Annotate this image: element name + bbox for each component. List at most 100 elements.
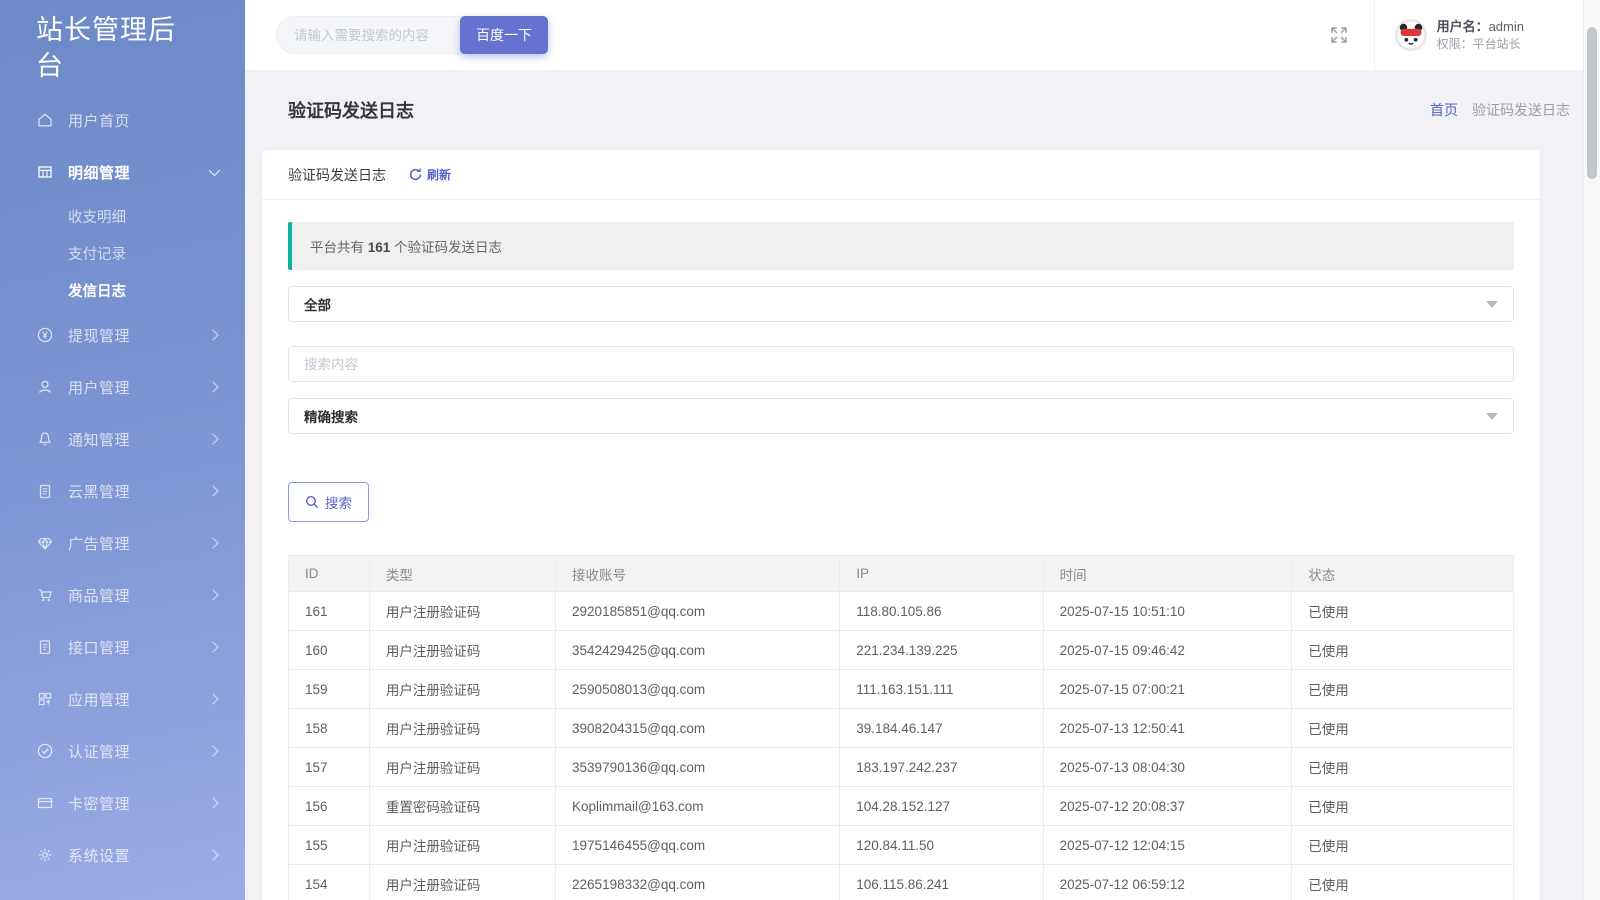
page-scrollbar — [1583, 0, 1600, 900]
sidebar-item[interactable]: 提现管理 — [0, 309, 245, 361]
sidebar-item[interactable]: 用户管理 — [0, 361, 245, 413]
sidebar-item-label: 商品管理 — [68, 585, 130, 606]
table-icon — [36, 163, 54, 181]
log-table: ID类型接收账号IP时间状态 161用户注册验证码2920185851@qq.c… — [288, 555, 1514, 900]
table-row: 161用户注册验证码2920185851@qq.com118.80.105.86… — [289, 592, 1514, 631]
baidu-search-button[interactable]: 百度一下 — [460, 16, 548, 54]
gear-icon — [36, 846, 54, 864]
cell-type: 用户注册验证码 — [369, 826, 555, 865]
username-label: 用户名： — [1437, 19, 1489, 34]
cell-time: 2025-07-13 12:50:41 — [1043, 709, 1292, 748]
sidebar-menu: 用户首页明细管理收支明细支付记录发信日志提现管理用户管理通知管理云黑管理广告管理… — [0, 94, 245, 881]
cell-time: 2025-07-12 20:08:37 — [1043, 787, 1292, 826]
fullscreen-icon[interactable] — [1328, 24, 1350, 46]
table-row: 160用户注册验证码3542429425@qq.com221.234.139.2… — [289, 631, 1514, 670]
cell-account: 2590508013@qq.com — [556, 670, 840, 709]
sidebar-subitem[interactable]: 支付记录 — [0, 235, 245, 272]
cell-id: 158 — [289, 709, 370, 748]
sidebar-item[interactable]: 用户首页 — [0, 94, 245, 146]
cell-type: 用户注册验证码 — [369, 670, 555, 709]
topbar: 百度一下 — [245, 0, 1600, 70]
sidebar-item[interactable]: 接口管理 — [0, 621, 245, 673]
role-label: 权限： — [1437, 37, 1473, 51]
user-menu[interactable]: 用户名：admin 权限：平台站长 — [1374, 0, 1540, 70]
exact-search-value: 精确搜索 — [304, 406, 358, 426]
cell-id: 154 — [289, 865, 370, 900]
sidebar-item[interactable]: 系统设置 — [0, 829, 245, 881]
refresh-button[interactable]: 刷新 — [408, 166, 451, 183]
table-row: 159用户注册验证码2590508013@qq.com111.163.151.1… — [289, 670, 1514, 709]
cell-time: 2025-07-15 10:51:10 — [1043, 592, 1292, 631]
cell-account: 1975146455@qq.com — [556, 826, 840, 865]
cell-status: 已使用 — [1292, 865, 1514, 900]
sidebar-item[interactable]: 卡密管理 — [0, 777, 245, 829]
sidebar-item-label: 用户管理 — [68, 377, 130, 398]
cell-type: 用户注册验证码 — [369, 709, 555, 748]
sidebar-item[interactable]: 广告管理 — [0, 517, 245, 569]
sidebar-subitem[interactable]: 收支明细 — [0, 198, 245, 235]
sidebar-item-label: 认证管理 — [68, 741, 130, 762]
refresh-icon — [408, 167, 423, 182]
table-row: 155用户注册验证码1975146455@qq.com120.84.11.502… — [289, 826, 1514, 865]
cell-id: 157 — [289, 748, 370, 787]
type-filter-value: 全部 — [304, 294, 331, 314]
card-body: 平台共有 161 个验证码发送日志 全部 精确搜索 — [262, 200, 1540, 900]
clipboard-icon — [36, 482, 54, 500]
bell-icon — [36, 430, 54, 448]
sidebar-item[interactable]: 云黑管理 — [0, 465, 245, 517]
keyword-input[interactable] — [288, 346, 1514, 382]
type-filter-select[interactable]: 全部 — [288, 286, 1514, 322]
sidebar-subitem[interactable]: 发信日志 — [0, 272, 245, 309]
sidebar-item-label: 用户首页 — [68, 110, 130, 131]
sidebar-item-label: 广告管理 — [68, 533, 130, 554]
cell-time: 2025-07-12 12:04:15 — [1043, 826, 1292, 865]
column-header-time: 时间 — [1043, 556, 1292, 592]
sidebar-item-label: 提现管理 — [68, 325, 130, 346]
exact-search-select[interactable]: 精确搜索 — [288, 398, 1514, 434]
sidebar-item[interactable]: 通知管理 — [0, 413, 245, 465]
sidebar: 站长管理后台 用户首页明细管理收支明细支付记录发信日志提现管理用户管理通知管理云… — [0, 0, 245, 900]
count-alert: 平台共有 161 个验证码发送日志 — [288, 222, 1514, 270]
cell-type: 用户注册验证码 — [369, 748, 555, 787]
table-header-row: ID类型接收账号IP时间状态 — [289, 556, 1514, 592]
table-body: 161用户注册验证码2920185851@qq.com118.80.105.86… — [289, 592, 1514, 900]
cell-ip: 104.28.152.127 — [840, 787, 1043, 826]
diamond-icon — [36, 534, 54, 552]
sidebar-item-label: 卡密管理 — [68, 793, 130, 814]
sidebar-item[interactable]: 应用管理 — [0, 673, 245, 725]
cell-account: 2265198332@qq.com — [556, 865, 840, 900]
alert-count: 161 — [368, 240, 391, 255]
cell-time: 2025-07-12 06:59:12 — [1043, 865, 1292, 900]
cell-account: 3908204315@qq.com — [556, 709, 840, 748]
cell-ip: 111.163.151.111 — [840, 670, 1043, 709]
cell-time: 2025-07-15 09:46:42 — [1043, 631, 1292, 670]
cell-status: 已使用 — [1292, 826, 1514, 865]
alert-suffix: 个验证码发送日志 — [390, 240, 502, 255]
cell-ip: 106.115.86.241 — [840, 865, 1043, 900]
cell-ip: 120.84.11.50 — [840, 826, 1043, 865]
content: 验证码发送日志 刷新 平台共有 161 个验证码发送日志 全部 — [245, 150, 1600, 900]
cell-ip: 221.234.139.225 — [840, 631, 1043, 670]
cell-type: 重置密码验证码 — [369, 787, 555, 826]
cell-time: 2025-07-13 08:04:30 — [1043, 748, 1292, 787]
column-header-type: 类型 — [369, 556, 555, 592]
topbar-search: 百度一下 — [276, 16, 548, 54]
search-button[interactable]: 搜索 — [288, 482, 369, 522]
scrollbar-thumb[interactable] — [1587, 27, 1597, 179]
sidebar-item-label: 系统设置 — [68, 845, 130, 866]
sidebar-item[interactable]: 认证管理 — [0, 725, 245, 777]
table-row: 157用户注册验证码3539790136@qq.com183.197.242.2… — [289, 748, 1514, 787]
search-button-label: 搜索 — [325, 492, 352, 512]
card-icon — [36, 794, 54, 812]
sidebar-item[interactable]: 商品管理 — [0, 569, 245, 621]
column-header-ip: IP — [840, 556, 1043, 592]
breadcrumb-home-link[interactable]: 首页 — [1430, 100, 1458, 120]
chevron-right-icon — [207, 849, 218, 860]
column-header-id: ID — [289, 556, 370, 592]
cell-id: 159 — [289, 670, 370, 709]
sidebar-item-label: 应用管理 — [68, 689, 130, 710]
username-value: admin — [1489, 19, 1524, 34]
cell-ip: 183.197.242.237 — [840, 748, 1043, 787]
sidebar-item[interactable]: 明细管理 — [0, 146, 245, 198]
chevron-right-icon — [207, 745, 218, 756]
